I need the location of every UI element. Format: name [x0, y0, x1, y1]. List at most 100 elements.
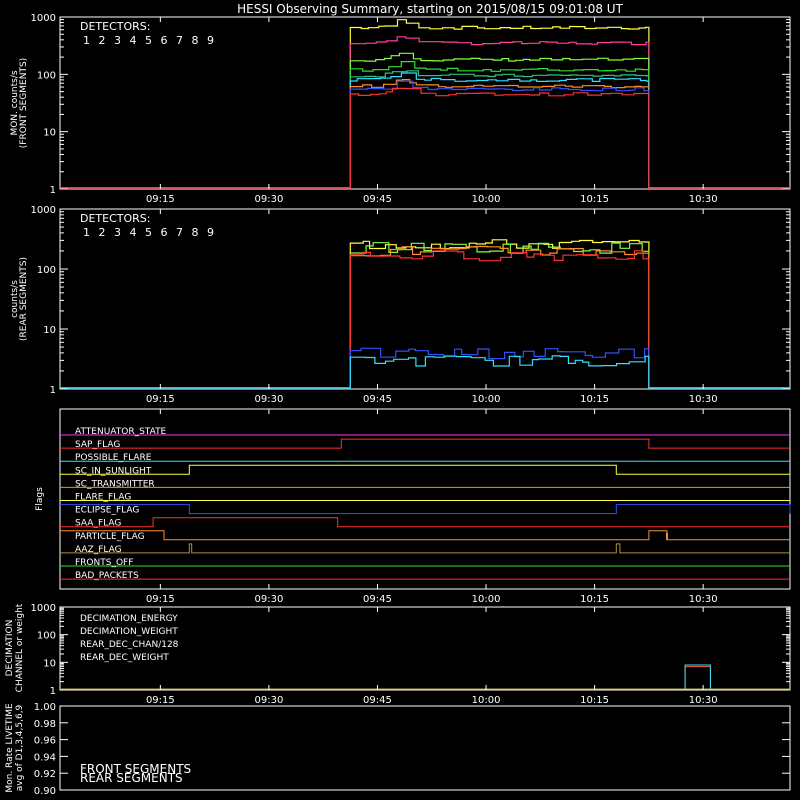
series-line-5	[60, 72, 790, 189]
x-tick-label-0: 09:15	[146, 394, 175, 405]
x-tick-label-5: 10:30	[689, 594, 718, 605]
flag-line-1	[60, 438, 790, 449]
x-tick-label-4: 10:15	[580, 394, 609, 405]
y-tick-label-1: 10	[43, 128, 56, 139]
series-line-7	[60, 80, 790, 189]
y-tick-label-1: 0.92	[34, 769, 56, 780]
detector-legend-1: 1	[83, 226, 90, 239]
livetime-panel: Mon. Rate LIVETIME avg of D1,3,4,5,6,9 F…	[5, 702, 791, 797]
detector-legend-6: 6	[161, 34, 168, 47]
y-tick-label-4: 0.98	[34, 719, 56, 730]
y-tick-label-3: 1000	[31, 13, 56, 24]
front-legend-heading: DETECTORS:	[80, 20, 150, 33]
x-tick-label-1: 09:30	[255, 194, 284, 205]
y-tick-label-1: 10	[43, 325, 56, 336]
series-line-3	[60, 250, 790, 389]
detector-legend-4: 4	[130, 226, 137, 239]
x-tick-label-1: 09:30	[255, 695, 284, 706]
flag-line-7	[60, 517, 790, 528]
front-x-ticks: 09:15 09:30 09:45 10:00 10:15 10:30	[146, 17, 718, 205]
series-line-5	[60, 355, 790, 389]
flags-panel-frame	[59, 408, 791, 590]
y-tick-label-2: 100	[37, 70, 56, 81]
series-line-8	[60, 87, 790, 189]
flags-ylabel: Flags	[35, 487, 45, 511]
rear-ylabel-line2: (REAR SEGMENTS)	[19, 257, 29, 341]
x-tick-label-3: 10:00	[472, 594, 501, 605]
x-tick-label-3: 10:00	[472, 194, 501, 205]
x-tick-label-3: 10:00	[472, 394, 501, 405]
y-tick-label-0: 1	[50, 686, 56, 697]
flag-line-6	[60, 504, 791, 515]
x-tick-label-4: 10:15	[580, 594, 609, 605]
series-line-2	[60, 245, 790, 389]
series-line-2	[60, 52, 790, 189]
x-tick-label-5: 10:30	[689, 394, 718, 405]
y-tick-label-0: 1	[50, 185, 56, 196]
detector-legend-3: 3	[114, 34, 121, 47]
flags-panel: Flags ATTENUATOR_STATESAP_FLAGPOSSIBLE_F…	[35, 408, 791, 605]
x-tick-label-0: 09:15	[146, 194, 175, 205]
decimation-panel: DECIMATION CHANNEL or weight DECIMATION_…	[5, 603, 791, 706]
front-panel-frame	[59, 16, 791, 190]
detector-legend-7: 7	[176, 226, 183, 239]
decimation-x-ticks: 09:15 09:30 09:45 10:00 10:15 10:30	[146, 607, 718, 706]
x-tick-label-2: 09:45	[363, 695, 392, 706]
series-line-4	[60, 70, 790, 189]
decimation-line-1	[60, 666, 790, 690]
series-line-0	[60, 19, 790, 189]
y-tick-label-1: 10	[43, 658, 56, 669]
flag-line-3	[60, 464, 790, 475]
detector-legend-8: 8	[192, 226, 199, 239]
front-series-group	[60, 19, 790, 189]
hessi-summary-plot: HESSI Observing Summary, starting on 201…	[5, 2, 791, 797]
rear-segments-panel: counts/s (REAR SEGMENTS) DETECTORS: 1234…	[10, 205, 791, 405]
decimation-legend-0: DECIMATION_ENERGY	[80, 614, 178, 624]
front-detector-legend: 123456789	[83, 34, 214, 47]
decimation-legend-2: REAR_DEC_CHAN/128	[80, 640, 179, 650]
flags-x-ticks: 09:15 09:30 09:45 10:00 10:15 10:30	[146, 409, 718, 605]
front-segments-panel: MON. counts/s (FRONT SEGMENTS) DETECTORS…	[10, 13, 791, 205]
series-line-6	[60, 79, 790, 189]
x-tick-label-1: 09:30	[255, 594, 284, 605]
livetime-legend-1: REAR SEGMENTS	[80, 771, 183, 785]
rear-legend-heading: DETECTORS:	[80, 212, 150, 225]
detector-legend-3: 3	[114, 226, 121, 239]
detector-legend-9: 9	[207, 34, 214, 47]
x-tick-label-4: 10:15	[580, 194, 609, 205]
detector-legend-5: 5	[145, 226, 152, 239]
x-tick-label-2: 09:45	[363, 594, 392, 605]
decimation-ylabel-line2: CHANNEL or weight	[15, 603, 25, 692]
detector-legend-5: 5	[145, 34, 152, 47]
rear-series-group	[60, 239, 790, 389]
livetime-ylabel-line1: Mon. Rate LIVETIME	[5, 703, 15, 793]
y-tick-label-2: 100	[37, 631, 56, 642]
front-ylabel-line2: (FRONT SEGMENTS)	[19, 58, 29, 148]
x-tick-label-5: 10:30	[689, 194, 718, 205]
x-tick-label-0: 09:15	[146, 594, 175, 605]
decimation-series-group	[60, 664, 790, 690]
y-tick-label-2: 0.94	[34, 752, 56, 763]
y-tick-label-5: 1.00	[34, 702, 56, 713]
y-tick-label-0: 0.90	[34, 786, 56, 797]
series-line-4	[60, 347, 790, 389]
rear-detector-legend: 123456789	[83, 226, 214, 239]
flag-label-8: PARTICLE_FLAG	[75, 532, 145, 542]
x-tick-label-0: 09:15	[146, 695, 175, 706]
x-tick-label-2: 09:45	[363, 394, 392, 405]
livetime-legend: FRONT SEGMENTSREAR SEGMENTS	[80, 762, 191, 785]
x-tick-label-4: 10:15	[580, 695, 609, 706]
decimation-legend: DECIMATION_ENERGY DECIMATION_WEIGHT REAR_D…	[80, 614, 179, 663]
detector-legend-6: 6	[161, 226, 168, 239]
y-tick-label-0: 1	[50, 385, 56, 396]
detector-legend-1: 1	[83, 34, 90, 47]
flags-rows-group: ATTENUATOR_STATESAP_FLAGPOSSIBLE_FLARESC…	[60, 427, 791, 581]
y-tick-label-2: 100	[37, 265, 56, 276]
flag-label-6: ECLIPSE_FLAG	[75, 506, 139, 516]
detector-legend-2: 2	[99, 226, 106, 239]
detector-legend-2: 2	[99, 34, 106, 47]
rear-x-ticks: 09:15 09:30 09:45 10:00 10:15 10:30	[146, 209, 718, 405]
x-tick-label-3: 10:00	[472, 695, 501, 706]
y-tick-label-3: 0.96	[34, 736, 56, 747]
livetime-ylabel-line2: avg of D1,3,4,5,6,9	[15, 704, 25, 791]
